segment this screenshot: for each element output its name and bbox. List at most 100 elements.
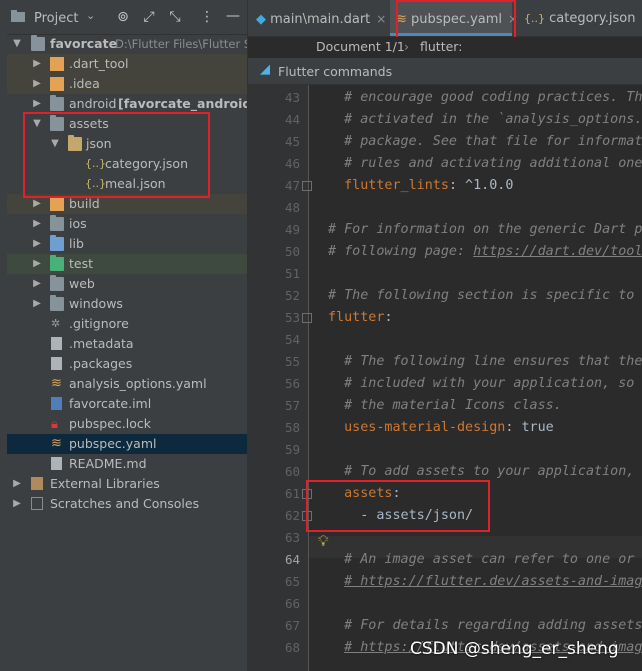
flutter-commands-link[interactable]: Flutter commands (278, 64, 392, 79)
editor-tab-bar: ◆ main\main.dart × ≋ pubspec.yaml × {..} c… (248, 0, 642, 43)
excluded-folder-icon (50, 77, 64, 91)
yaml-value: : true (505, 420, 554, 435)
lightbulb-icon[interactable]: 💡︎ (318, 532, 329, 550)
tree-item-pubspec-lock[interactable]: 🔒︎ pubspec.lock (7, 414, 247, 434)
chevron-right-icon[interactable]: ▶ (31, 274, 43, 294)
options-menu-icon[interactable]: ⋮ (197, 9, 217, 25)
collapse-all-icon[interactable]: ⤡ (165, 9, 185, 25)
tree-item-lib[interactable]: ▶ lib (7, 234, 247, 254)
dart-file-icon: ◆ (256, 12, 266, 27)
expand-all-icon[interactable]: ⤢ (139, 9, 159, 25)
code-comment (328, 574, 344, 589)
tree-item-android[interactable]: ▶ android [favorcate_android] (7, 94, 247, 114)
code-line[interactable]: # the material Icons class. (328, 395, 562, 417)
line-number: 46 (284, 156, 300, 171)
tree-item-test[interactable]: ▶ test (7, 254, 247, 274)
tree-item-favorcate-iml[interactable]: favorcate.iml (7, 394, 247, 414)
chevron-down-icon[interactable]: ⌄ (86, 9, 95, 22)
code-line[interactable]: # encourage good coding practices. The (328, 87, 642, 109)
tree-item-packages[interactable]: .packages (7, 354, 247, 374)
code-line[interactable]: # For details regarding adding assets fr (328, 615, 642, 637)
code-line[interactable]: # included with your application, so the (328, 373, 642, 395)
module-folder-icon (31, 35, 45, 51)
code-line[interactable]: # https://flutter.dev/assets-and-images/ (328, 571, 642, 593)
code-comment: # included with your application, so the (328, 376, 642, 391)
hide-panel-icon[interactable]: — (223, 8, 243, 24)
comment-link[interactable]: # https://flutter.dev/assets-and-images/ (344, 574, 642, 589)
tree-item-label: lib (69, 236, 84, 251)
tree-item-root[interactable]: ▼ favorcate D:\Flutter Files\Flutter S (7, 34, 247, 54)
code-line[interactable]: # The following section is specific to F… (328, 285, 642, 307)
yaml-key: uses-material-design (328, 420, 506, 435)
chevron-right-icon[interactable]: ▶ (31, 234, 43, 254)
tree-item-label: ios (69, 216, 87, 231)
line-number: 57 (284, 398, 300, 413)
tree-item-label: favorcate (50, 36, 118, 51)
code-line[interactable]: # package. See that file for information (328, 131, 642, 153)
breadcrumb-node[interactable]: flutter: (420, 39, 462, 54)
breadcrumb: Document 1/1 › flutter: (248, 37, 642, 57)
code-comment: # the material Icons class. (328, 398, 562, 413)
line-number: 59 (284, 442, 300, 457)
code-comment: # following page: (328, 244, 474, 259)
line-number: 50 (284, 244, 300, 259)
fold-marker[interactable] (302, 313, 312, 323)
tree-item-label: test (69, 256, 94, 271)
code-line[interactable]: flutter: (328, 307, 393, 329)
tree-item-external-libraries[interactable]: ▶ External Libraries (7, 474, 247, 494)
gitignore-file-icon: ✲ (51, 317, 61, 330)
chevron-right-icon[interactable]: ▶ (11, 494, 23, 514)
tree-item-gitignore[interactable]: ✲ .gitignore (7, 314, 247, 334)
close-icon[interactable]: × (376, 12, 386, 26)
line-number: 61 (284, 486, 300, 501)
comment-link[interactable]: https://dart.dev/tools/p (473, 244, 642, 259)
tab-label: category.json (549, 11, 636, 26)
tab-main-dart[interactable]: ◆ main\main.dart × (256, 0, 386, 36)
tree-item-label: .metadata (69, 336, 134, 351)
breadcrumb-document[interactable]: Document 1/1 (316, 39, 405, 54)
tree-item-dart-tool[interactable]: ▶ .dart_tool (7, 54, 247, 74)
tree-item-label: .gitignore (69, 316, 129, 331)
library-icon (31, 477, 43, 490)
iml-file-icon (51, 397, 62, 410)
fold-marker[interactable] (302, 181, 312, 191)
code-line[interactable]: # An image asset can refer to one or mor (328, 549, 642, 571)
ios-folder-icon (50, 215, 64, 231)
chevron-right-icon[interactable]: ▶ (31, 54, 43, 74)
code-line[interactable]: uses-material-design: true (328, 417, 554, 439)
project-view-title[interactable]: Project (34, 11, 78, 26)
code-comment: # To add assets to your application, add (328, 464, 642, 479)
chevron-down-icon[interactable]: ▼ (11, 34, 23, 54)
code-line[interactable]: # activated in the `analysis_options.yam (328, 109, 642, 131)
chevron-right-icon[interactable]: ▶ (31, 294, 43, 314)
tree-item-label: web (69, 276, 95, 291)
code-line[interactable]: # following page: https://dart.dev/tools… (328, 241, 642, 263)
code-comment: # For information on the generic Dart pa… (328, 222, 642, 237)
chevron-right-icon[interactable]: ▶ (31, 254, 43, 274)
excluded-folder-icon (50, 57, 64, 71)
chevron-right-icon[interactable]: ▶ (31, 74, 43, 94)
tree-item-metadata[interactable]: .metadata (7, 334, 247, 354)
tree-item-analysis-options[interactable]: ≋ analysis_options.yaml (7, 374, 247, 394)
tree-item-scratches[interactable]: ▶ Scratches and Consoles (7, 494, 247, 514)
tree-item-pubspec-yaml[interactable]: ≋ pubspec.yaml (7, 434, 247, 454)
tab-category-json[interactable]: {..} category.json (524, 0, 635, 36)
code-line[interactable]: flutter_lints: ^1.0.0 (328, 175, 513, 197)
text-file-icon (51, 337, 62, 350)
chevron-right-icon[interactable]: ▶ (31, 214, 43, 234)
chevron-right-icon[interactable]: ▶ (31, 94, 43, 114)
yaml-value: : (384, 310, 393, 325)
line-number: 60 (284, 464, 300, 479)
chevron-right-icon[interactable]: ▶ (11, 474, 23, 494)
tree-item-windows[interactable]: ▶ windows (7, 294, 247, 314)
code-line[interactable]: # rules and activating additional ones. (328, 153, 642, 175)
tree-item-idea[interactable]: ▶ .idea (7, 74, 247, 94)
line-number: 52 (284, 288, 300, 303)
tree-item-readme[interactable]: README.md (7, 454, 247, 474)
code-line[interactable]: # The following line ensures that the Ma (328, 351, 642, 373)
breadcrumb-separator: › (404, 39, 409, 54)
tree-item-ios[interactable]: ▶ ios (7, 214, 247, 234)
locate-target-icon[interactable]: ⊚ (113, 9, 133, 25)
tree-item-web[interactable]: ▶ web (7, 274, 247, 294)
code-line[interactable]: # For information on the generic Dart pa… (328, 219, 642, 241)
